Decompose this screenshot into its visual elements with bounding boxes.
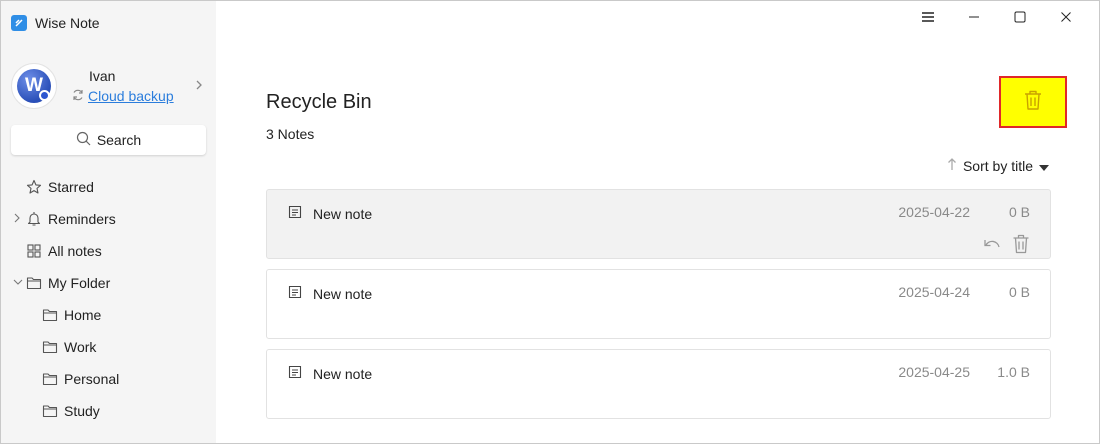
sidebar-item-label: Starred: [48, 179, 94, 195]
app-logo-icon: [11, 15, 27, 31]
app-window: Wise Note W Ivan Cloud backup Search Sta…: [0, 0, 1100, 444]
chevron-right-icon[interactable]: [13, 213, 21, 226]
close-button[interactable]: [1043, 5, 1089, 31]
sidebar-item-label: Personal: [64, 371, 120, 387]
user-name: Ivan: [89, 67, 116, 84]
note-count: 3 Notes: [266, 126, 315, 142]
avatar[interactable]: W: [11, 63, 57, 109]
sidebar-nav: Starred Reminders All notes My Folder Ho…: [1, 171, 216, 427]
maximize-icon: [1014, 10, 1026, 26]
minimize-button[interactable]: [951, 5, 997, 31]
note-icon: [287, 284, 303, 303]
search-button[interactable]: Search: [11, 125, 206, 155]
sidebar-item-label: Study: [64, 403, 100, 419]
note-icon: [287, 364, 303, 383]
sidebar-item-my-folder[interactable]: My Folder: [1, 267, 216, 299]
sidebar-item-all-notes[interactable]: All notes: [1, 235, 216, 267]
profile-card[interactable]: W Ivan Cloud backup: [11, 63, 207, 109]
empty-bin-button[interactable]: [999, 76, 1067, 128]
note-title: New note: [313, 205, 373, 222]
sidebar-item-study[interactable]: Study: [1, 395, 216, 427]
note-title: New note: [313, 285, 373, 302]
sidebar-item-reminders[interactable]: Reminders: [1, 203, 216, 235]
chevron-right-icon[interactable]: [195, 79, 203, 94]
note-date: 2025-04-22: [898, 204, 970, 220]
folder-icon: [42, 403, 58, 419]
sort-control[interactable]: Sort by title: [947, 157, 1049, 174]
note-size: 0 B: [1008, 204, 1030, 220]
star-icon: [26, 179, 42, 195]
window-controls: [905, 5, 1089, 31]
app-title-bar: Wise Note: [11, 13, 100, 33]
close-icon: [1060, 10, 1072, 26]
folder-icon: [42, 371, 58, 387]
folder-icon: [26, 275, 42, 291]
hamburger-icon: [921, 10, 935, 26]
list-item[interactable]: New note 2025-04-24 0 B: [266, 269, 1051, 339]
delete-icon[interactable]: [1012, 234, 1030, 259]
sidebar-item-label: Home: [64, 307, 102, 323]
minimize-icon: [968, 10, 980, 26]
grid-icon: [26, 243, 42, 259]
sidebar: Wise Note W Ivan Cloud backup Search Sta…: [1, 1, 216, 443]
folder-icon: [42, 339, 58, 355]
cloud-backup-link[interactable]: Cloud backup: [88, 88, 174, 104]
note-size: 0 B: [1008, 284, 1030, 300]
caret-down-icon: [1039, 158, 1049, 174]
menu-button[interactable]: [905, 5, 951, 31]
app-title: Wise Note: [35, 15, 100, 31]
note-date: 2025-04-25: [898, 364, 970, 380]
note-list: New note 2025-04-22 0 B New note 2025-04…: [266, 189, 1051, 429]
search-label: Search: [96, 132, 142, 148]
restore-icon[interactable]: [982, 236, 1002, 257]
note-size: 1.0 B: [997, 364, 1030, 380]
maximize-button[interactable]: [997, 5, 1043, 31]
sidebar-item-home[interactable]: Home: [1, 299, 216, 331]
sidebar-item-label: Reminders: [48, 211, 116, 227]
sidebar-item-label: My Folder: [48, 275, 111, 291]
page-title: Recycle Bin: [266, 91, 372, 113]
arrow-up-icon: [947, 157, 957, 174]
trash-icon: [1023, 89, 1043, 116]
avatar-status-dot: [39, 90, 50, 101]
list-item[interactable]: New note 2025-04-22 0 B: [266, 189, 1051, 259]
note-date: 2025-04-24: [898, 284, 970, 300]
sort-label: Sort by title: [962, 157, 1033, 174]
sidebar-item-personal[interactable]: Personal: [1, 363, 216, 395]
sidebar-item-work[interactable]: Work: [1, 331, 216, 363]
sidebar-item-starred[interactable]: Starred: [1, 171, 216, 203]
sync-icon: [71, 88, 85, 105]
folder-icon: [42, 307, 58, 323]
sidebar-item-label: Work: [64, 339, 97, 355]
search-icon: [76, 131, 91, 149]
note-icon: [287, 204, 303, 223]
sidebar-item-label: All notes: [48, 243, 102, 259]
bell-icon: [26, 211, 42, 227]
chevron-down-icon[interactable]: [13, 277, 23, 289]
list-item[interactable]: New note 2025-04-25 1.0 B: [266, 349, 1051, 419]
note-title: New note: [313, 365, 373, 382]
